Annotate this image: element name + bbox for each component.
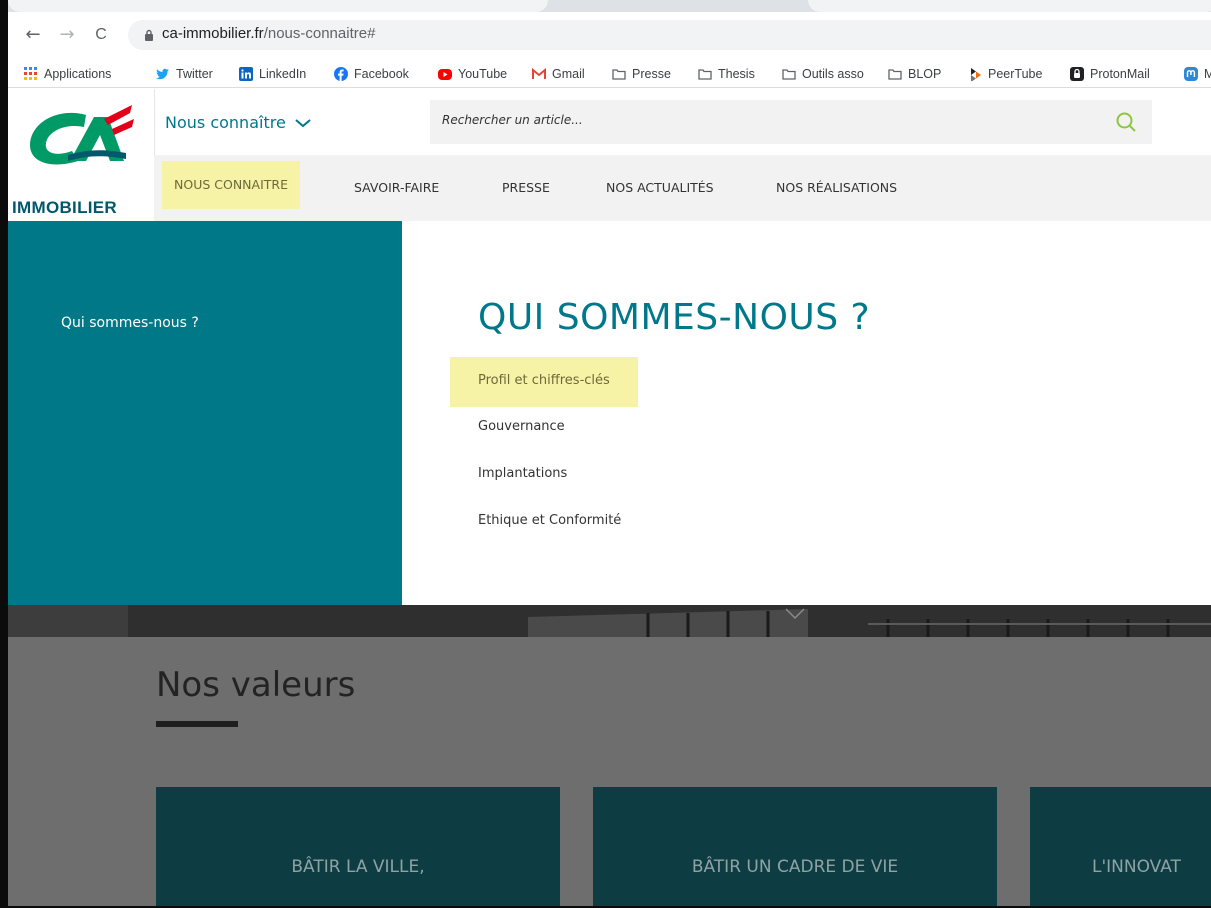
bookmark-folder-outils-asso[interactable]: Outils asso xyxy=(782,65,864,83)
ca-immobilier-logo[interactable]: IMMOBILIER xyxy=(8,101,148,217)
folder-icon xyxy=(888,67,902,81)
folder-icon xyxy=(698,67,712,81)
hero-image xyxy=(8,605,1211,637)
folder-icon xyxy=(782,67,796,81)
value-card-title: L'INNOVAT xyxy=(1092,857,1181,877)
megamenu-title: QUI SOMMES-NOUS ? xyxy=(478,297,871,338)
url-path: /nous-connaitre# xyxy=(263,25,376,42)
bookmark-label: Presse xyxy=(632,67,671,81)
search-box xyxy=(430,100,1152,144)
section-dropdown-label: Nous connaître xyxy=(165,113,286,132)
twitter-icon xyxy=(156,67,170,81)
value-card[interactable]: L'INNOVAT xyxy=(1030,787,1211,906)
megamenu-panel: QUI SOMMES-NOUS ? Profil et chiffres-clé… xyxy=(402,221,1211,605)
scroll-down-chevron-icon[interactable] xyxy=(784,607,806,621)
bookmarks-bar: Applications Twitter LinkedIn Facebook Y… xyxy=(8,58,1211,88)
search-input[interactable] xyxy=(442,113,1082,127)
bookmark-label: M xyxy=(1204,67,1211,81)
nav-presse[interactable]: PRESSE xyxy=(502,155,550,221)
bookmark-label: Gmail xyxy=(552,67,585,81)
site-header: IMMOBILIER Nous connaître NOUS CONNAITRE… xyxy=(8,89,1211,221)
megamenu-link-ethique[interactable]: Ethique et Conformité xyxy=(450,497,649,547)
protonmail-icon xyxy=(1070,67,1084,81)
megamenu-link-gouvernance[interactable]: Gouvernance xyxy=(450,403,593,453)
nav-nos-realisations[interactable]: NOS RÉALISATIONS xyxy=(776,155,897,221)
bookmark-gmail[interactable]: Gmail xyxy=(532,65,585,83)
bookmark-label: LinkedIn xyxy=(259,67,307,81)
bookmark-label: Outils asso xyxy=(802,67,864,81)
nav-savoir-faire[interactable]: SAVOIR-FAIRE xyxy=(354,155,439,221)
forward-button[interactable]: → xyxy=(56,24,78,46)
value-card-title: BÂTIR LA VILLE, xyxy=(291,857,425,877)
reload-button[interactable]: C xyxy=(90,24,112,46)
bookmark-label: Twitter xyxy=(176,67,213,81)
megamenu-sidebar-item-qui-sommes-nous[interactable]: Qui sommes-nous ? xyxy=(61,315,199,331)
apps-grid-icon xyxy=(24,67,38,81)
bookmark-mastodon[interactable]: M xyxy=(1184,65,1211,83)
bookmark-folder-presse[interactable]: Presse xyxy=(612,65,671,83)
peertube-icon xyxy=(968,67,982,82)
tab-strip xyxy=(8,0,1211,12)
search-icon[interactable] xyxy=(1114,110,1138,134)
url-omnibox[interactable]: ca-immobilier.fr/nous-connaitre# xyxy=(128,20,1211,50)
back-button[interactable]: ← xyxy=(22,24,44,46)
bookmark-folder-thesis[interactable]: Thesis xyxy=(698,65,755,83)
nav-nous-connaitre[interactable]: NOUS CONNAITRE xyxy=(162,161,300,209)
bookmark-label: YouTube xyxy=(458,67,508,81)
bookmark-folder-blop[interactable]: BLOP xyxy=(888,65,941,83)
section-dropdown[interactable]: Nous connaître xyxy=(165,113,312,132)
hero-building-image xyxy=(8,605,1211,637)
value-card[interactable]: BÂTIR UN CADRE DE VIE xyxy=(593,787,997,906)
logo-wordmark: IMMOBILIER xyxy=(12,198,117,217)
ca-logo-icon xyxy=(30,105,134,165)
bookmark-label: Facebook xyxy=(354,67,409,81)
bookmark-applications[interactable]: Applications xyxy=(24,65,111,83)
folder-icon xyxy=(612,67,626,81)
megamenu-link-implantations[interactable]: Implantations xyxy=(450,450,595,500)
browser-tab[interactable] xyxy=(8,0,548,12)
title-underline xyxy=(156,721,238,727)
url-domain: ca-immobilier.fr xyxy=(162,25,264,42)
browser-tab[interactable] xyxy=(808,0,1211,12)
bookmark-label: BLOP xyxy=(908,67,942,81)
section-title-nos-valeurs: Nos valeurs xyxy=(156,665,356,705)
address-bar: ← → C ca-immobilier.fr/nous-connaitre# xyxy=(8,12,1211,58)
megamenu-sidebar: Qui sommes-nous ? xyxy=(8,221,402,605)
bookmark-twitter[interactable]: Twitter xyxy=(156,65,213,83)
youtube-icon xyxy=(438,69,452,80)
browser-window: ← → C ca-immobilier.fr/nous-connaitre# A… xyxy=(0,0,1211,908)
bookmark-label: Thesis xyxy=(718,67,755,81)
bookmark-facebook[interactable]: Facebook xyxy=(334,65,409,83)
bookmark-label: PeerTube xyxy=(988,67,1043,81)
linkedin-icon xyxy=(239,67,253,81)
nav-nos-actualites[interactable]: NOS ACTUALITÉS xyxy=(606,155,714,221)
page-overlay[interactable]: Nos valeurs BÂTIR LA VILLE, BÂTIR UN CAD… xyxy=(8,605,1211,906)
lock-icon[interactable] xyxy=(144,29,154,41)
megamenu-link-profil[interactable]: Profil et chiffres-clés xyxy=(450,357,638,407)
gmail-icon xyxy=(532,67,546,81)
url-text[interactable]: ca-immobilier.fr/nous-connaitre# xyxy=(162,25,375,42)
bookmark-youtube[interactable]: YouTube xyxy=(438,65,507,83)
bookmark-label: Applications xyxy=(44,67,112,81)
bookmark-peertube[interactable]: PeerTube xyxy=(968,65,1042,83)
bookmark-protonmail[interactable]: ProtonMail xyxy=(1070,65,1150,83)
value-card[interactable]: BÂTIR LA VILLE, xyxy=(156,787,560,906)
facebook-icon xyxy=(334,67,348,81)
bookmark-label: ProtonMail xyxy=(1090,67,1150,81)
bookmark-linkedin[interactable]: LinkedIn xyxy=(239,65,306,83)
mastodon-icon xyxy=(1184,67,1198,81)
chevron-down-icon xyxy=(295,118,311,127)
main-navigation: NOUS CONNAITRE SAVOIR-FAIRE PRESSE NOS A… xyxy=(154,155,1211,221)
value-card-title: BÂTIR UN CADRE DE VIE xyxy=(691,857,899,877)
